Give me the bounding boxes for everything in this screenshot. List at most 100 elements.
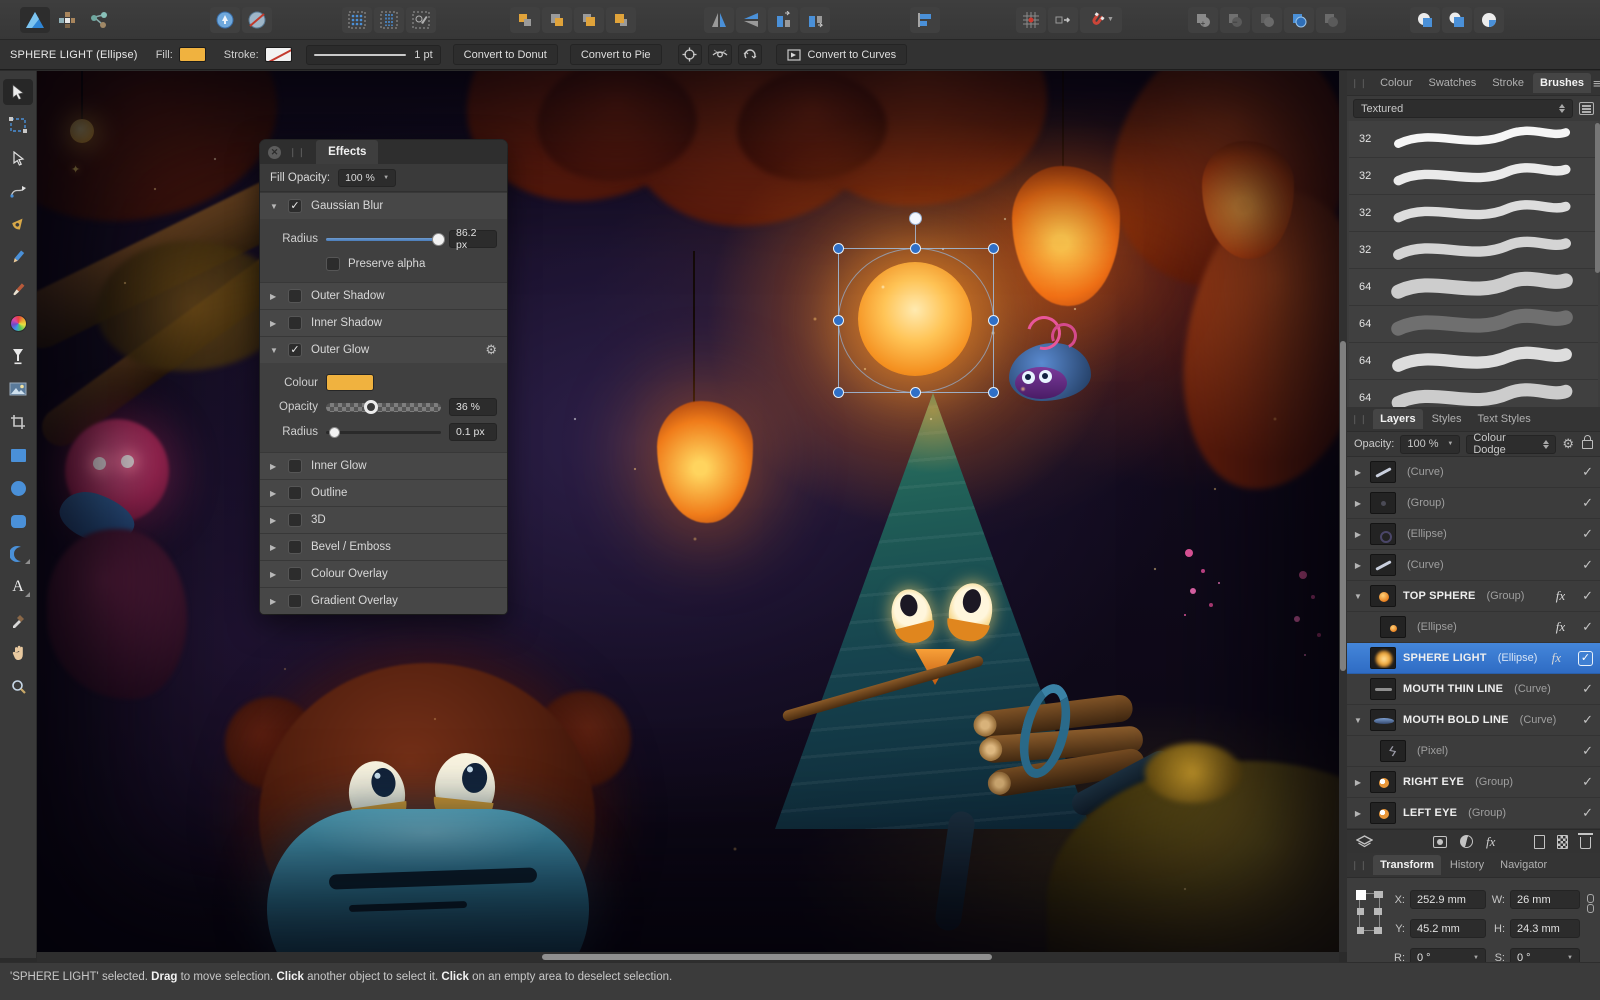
expand-arrow-icon[interactable]: ▶ [270,516,279,525]
layer-thumbnail[interactable] [1370,647,1396,669]
brush-item[interactable]: 32 [1349,195,1598,232]
tab-navigator[interactable]: Navigator [1493,855,1554,875]
gradient-overlay-checkbox[interactable] [288,594,302,608]
close-icon[interactable]: ✕ [268,146,281,159]
tab-styles[interactable]: Styles [1425,409,1469,429]
geometry-subtract-icon[interactable] [1442,7,1472,33]
layer-expand-arrow-icon[interactable]: ▶ [1353,778,1363,787]
layer-row-ellipse[interactable]: ▶(Ellipse)✓ [1347,519,1600,550]
section-colour-overlay[interactable]: ▶ Colour Overlay [260,560,507,587]
layer-row-right-eye[interactable]: ▶RIGHT EYE(Group)✓ [1347,767,1600,798]
expand-arrow-icon[interactable]: ▶ [270,319,279,328]
layer-thumbnail[interactable] [1370,678,1396,700]
section-outer-shadow[interactable]: ▶ Outer Shadow [260,282,507,309]
tab-stroke[interactable]: Stroke [1485,73,1531,93]
anchor-point-selector[interactable] [1356,890,1383,934]
vector-brush-tool[interactable] [3,277,33,303]
effects-tab[interactable]: Effects [316,140,378,164]
artboard-tool[interactable] [3,112,33,138]
layer-visibility-check[interactable]: ✓ [1582,681,1593,697]
pen-tool[interactable] [3,211,33,237]
selection-handle-e[interactable] [988,315,999,326]
layer-row-mouth-bold-line[interactable]: ▼MOUTH BOLD LINE(Curve)✓ [1347,705,1600,736]
boolean-combine-icon[interactable] [1316,7,1346,33]
export-persona-icon[interactable] [84,7,114,33]
panel-grip-icon[interactable]: ❘❘ [1351,414,1368,425]
style-paste-icon[interactable] [210,7,240,33]
fill-swatch[interactable] [179,47,206,62]
layer-thumbnail[interactable] [1380,616,1406,638]
brush-item[interactable]: 32 [1349,232,1598,269]
colour-overlay-checkbox[interactable] [288,567,302,581]
move-to-front-icon[interactable] [606,7,636,33]
layer-expand-arrow-icon[interactable]: ▶ [1353,530,1363,539]
rotation-handle[interactable] [909,212,922,225]
brush-list-view-icon[interactable] [1579,102,1594,115]
selection-handle-s[interactable] [910,387,921,398]
tab-brushes[interactable]: Brushes [1533,73,1591,93]
convert-to-curves-button[interactable]: Convert to Curves [776,44,908,65]
move-tool[interactable] [3,79,33,105]
outer-glow-colour-swatch[interactable] [326,374,374,391]
panel-grip-icon[interactable]: ❘❘ [1351,78,1368,89]
section-3d[interactable]: ▶ 3D [260,506,507,533]
rotate-cw-icon[interactable] [800,7,830,33]
gear-icon[interactable]: ⚙ [485,342,497,358]
brush-item[interactable]: 64 [1349,306,1598,343]
layer-fx-icon[interactable]: fx [1556,588,1565,604]
panel-grip-icon[interactable]: ❘❘ [1351,860,1368,871]
layer-row-group[interactable]: ▶(Group)✓ [1347,488,1600,519]
tab-text-styles[interactable]: Text Styles [1471,409,1538,429]
vertical-scrollbar[interactable] [1339,71,1347,952]
layer-expand-arrow-icon[interactable]: ▶ [1353,809,1363,818]
brush-item[interactable]: 64 [1349,269,1598,306]
crescent-shape-tool[interactable] [3,541,33,567]
preserve-alpha-checkbox[interactable] [326,257,340,271]
boolean-intersect-icon[interactable] [1252,7,1282,33]
brush-item[interactable]: 64 [1349,380,1598,407]
point-transform-tool[interactable] [3,178,33,204]
outer-glow-radius-slider[interactable] [326,425,441,439]
outer-glow-radius-value[interactable]: 0.1 px [449,423,497,441]
colour-picker-tool[interactable] [3,607,33,633]
layer-thumbnail[interactable] [1370,492,1396,514]
cycle-selection-icon[interactable] [738,44,762,65]
layer-effects-icon[interactable]: fx [1486,834,1495,850]
boolean-divide-icon[interactable] [1284,7,1314,33]
node-tool[interactable] [3,145,33,171]
show-column-guides-icon[interactable] [374,7,404,33]
layer-row-mouth-thin-line[interactable]: MOUTH THIN LINE(Curve)✓ [1347,674,1600,705]
layer-expand-arrow-icon[interactable]: ▶ [1353,499,1363,508]
rounded-rectangle-tool[interactable] [3,508,33,534]
layer-thumbnail[interactable] [1370,523,1396,545]
layer-visibility-check[interactable]: ✓ [1582,557,1593,573]
expand-arrow-icon[interactable]: ▶ [270,489,279,498]
tab-transform[interactable]: Transform [1373,855,1441,875]
brush-item[interactable]: 64 [1349,343,1598,380]
layer-fx-icon[interactable]: fx [1552,650,1561,666]
section-gradient-overlay[interactable]: ▶ Gradient Overlay [260,587,507,614]
rectangle-tool[interactable] [3,442,33,468]
delete-layer-icon[interactable] [1580,837,1591,849]
gaussian-blur-checkbox[interactable] [288,199,302,213]
text-tool[interactable]: A [3,574,33,600]
layers-stack-icon[interactable] [1356,835,1373,849]
stroke-swatch[interactable] [265,47,292,62]
horizontal-scrollbar[interactable] [37,952,1339,962]
x-field[interactable]: 252.9 mm [1410,890,1486,909]
show-grid-icon[interactable] [342,7,372,33]
w-field[interactable]: 26 mm [1510,890,1580,909]
layer-row-pixel[interactable]: (Pixel)✓ [1347,736,1600,767]
alignment-icon[interactable] [910,7,940,33]
mask-layer-icon[interactable] [1433,836,1447,848]
layer-thumbnail[interactable] [1380,740,1406,762]
stroke-width-control[interactable]: 1 pt [306,45,441,65]
document-canvas[interactable]: ✦ [37,71,1339,952]
outer-shadow-checkbox[interactable] [288,289,302,303]
selection-handle-nw[interactable] [833,243,844,254]
inner-shadow-checkbox[interactable] [288,316,302,330]
layer-expand-arrow-icon[interactable]: ▶ [1353,468,1363,477]
layer-visibility-check[interactable]: ✓ [1582,495,1593,511]
selection-handle-ne[interactable] [988,243,999,254]
section-gaussian-blur[interactable]: ▼ Gaussian Blur [260,192,507,219]
